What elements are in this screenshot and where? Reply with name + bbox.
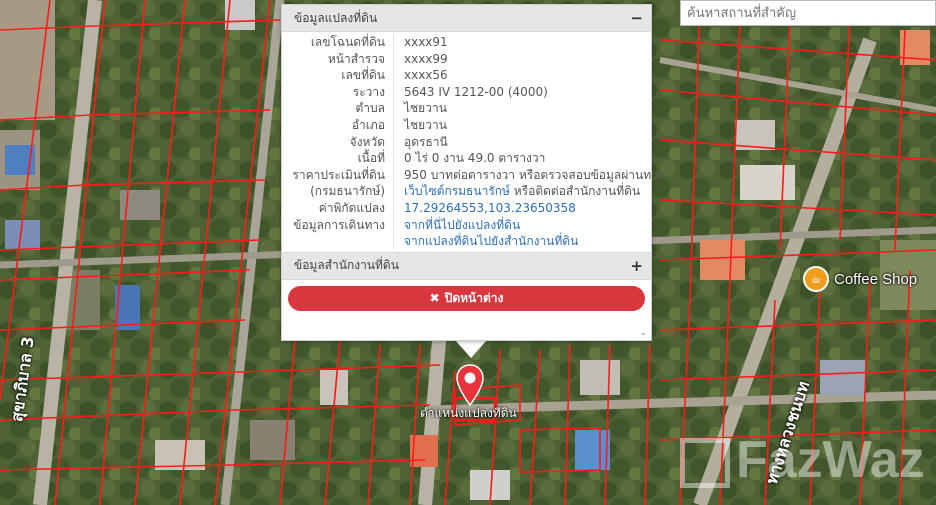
pin-label: ตำแหน่งแปลงที่ดิน [420, 406, 517, 420]
parcel-info-popup: ข้อมูลแปลงที่ดิน − เลขโฉนดที่ดิน xxxx91 … [281, 4, 664, 341]
row-key: ราคาประเมินที่ดิน [282, 166, 394, 184]
row-key: ข้อมูลการเดินทาง [282, 216, 394, 234]
row-value: 0 ไร่ 0 งาน 49.0 ตารางวา [404, 151, 546, 166]
info-row-travel-2: จากแปลงที่ดินไปยังสำนักงานที่ดิน [282, 233, 651, 250]
row-key: จังหวัด [282, 133, 394, 151]
route-to-land-office-link[interactable]: จากแปลงที่ดินไปยังสำนักงานที่ดิน [394, 233, 578, 250]
row-value: 950 บาทต่อตารางวา หรือตรวจสอบข้อมูลผ่านท… [404, 167, 664, 182]
row-key: เลขที่ดิน [282, 67, 394, 84]
scroll-down-icon[interactable]: ⌄ [639, 328, 647, 338]
coordinates-link[interactable]: 17.29264553,103.23650358 [394, 200, 576, 217]
info-row-deed-number: เลขโฉนดที่ดิน xxxx91 [282, 34, 651, 51]
section-header-land-office[interactable]: ข้อมูลสำนักงานที่ดิน + [282, 251, 651, 280]
info-row-province: จังหวัด อุดรธานี [282, 133, 651, 151]
row-key: ตำบล [282, 100, 394, 117]
info-row-coordinates: ค่าพิกัดแปลง 17.29264553,103.23650358 [282, 199, 651, 217]
row-key: (กรมธนารักษ์) [282, 183, 394, 200]
info-row-survey-page: หน้าสำรวจ xxxx99 [282, 50, 651, 68]
close-icon: ✖ [429, 291, 440, 306]
fazwaz-logo-icon [680, 438, 730, 489]
row-value: xxxx99 [404, 51, 448, 66]
popup-tail [455, 340, 487, 358]
row-value: อุดรธานี [404, 134, 448, 149]
info-row-subdistrict: ตำบล ไชยวาน [282, 100, 651, 117]
row-key: ค่าพิกัดแปลง [282, 199, 394, 217]
info-row-area: เนื้อที่ 0 ไร่ 0 งาน 49.0 ตารางวา [282, 150, 651, 167]
info-row-appraised-price: ราคาประเมินที่ดิน 950 บาทต่อตารางวา หรือ… [282, 166, 664, 184]
fazwaz-watermark: FazWaz [680, 430, 925, 490]
row-value: เว็บไซต์กรมธนารักษ์ หรือติดต่อสำนักงานที… [394, 183, 640, 200]
info-row-land-number: เลขที่ดิน xxxx56 [282, 67, 651, 84]
row-key: เนื้อที่ [282, 150, 394, 167]
row-key-empty [282, 233, 394, 250]
section-header-parcel-info[interactable]: ข้อมูลแปลงที่ดิน − [282, 5, 651, 32]
row-key: อำเภอ [282, 116, 394, 134]
row-value: ไชยวาน [404, 101, 447, 116]
row-value: ไชยวาน [404, 117, 447, 132]
poi-coffee-shop[interactable]: ☕ Coffee Shop [803, 266, 917, 292]
info-row-treasury-dept: (กรมธนารักษ์) เว็บไซต์กรมธนารักษ์ หรือติ… [282, 183, 651, 200]
treasury-website-link[interactable]: เว็บไซต์กรมธนารักษ์ [404, 184, 510, 198]
row-value: xxxx56 [404, 68, 448, 83]
parcel-info-table: เลขโฉนดที่ดิน xxxx91 หน้าสำรวจ xxxx99 เล… [282, 32, 664, 252]
dept-suffix: หรือติดต่อสำนักงานที่ดิน [509, 184, 641, 199]
close-window-button[interactable]: ✖ ปิดหน้าต่าง [288, 285, 645, 311]
coffee-cup-icon: ☕ [803, 266, 829, 292]
row-value: 5643 IV 1212-00 (4000) [404, 84, 548, 99]
info-row-district: อำเภอ ไชยวาน [282, 116, 651, 134]
section-title: ข้อมูลสำนักงานที่ดิน [294, 258, 399, 273]
route-to-parcel-link[interactable]: จากที่นี่ไปยังแปลงที่ดิน [394, 217, 520, 234]
expand-icon[interactable]: + [630, 257, 643, 275]
search-input[interactable] [680, 0, 936, 26]
info-row-travel: ข้อมูลการเดินทาง จากที่นี่ไปยังแปลงที่ดิ… [282, 216, 651, 234]
row-key: ระวาง [282, 83, 394, 101]
collapse-icon[interactable]: − [630, 9, 643, 27]
row-key: หน้าสำรวจ [282, 50, 394, 68]
poi-label: Coffee Shop [834, 270, 918, 288]
info-row-map-sheet: ระวาง 5643 IV 1212-00 (4000) [282, 83, 651, 101]
location-pin-icon[interactable] [455, 364, 485, 406]
section-title: ข้อมูลแปลงที่ดิน [294, 10, 378, 25]
row-value: xxxx91 [404, 35, 448, 49]
row-key: เลขโฉนดที่ดิน [282, 34, 394, 51]
close-button-label: ปิดหน้าต่าง [444, 290, 504, 305]
